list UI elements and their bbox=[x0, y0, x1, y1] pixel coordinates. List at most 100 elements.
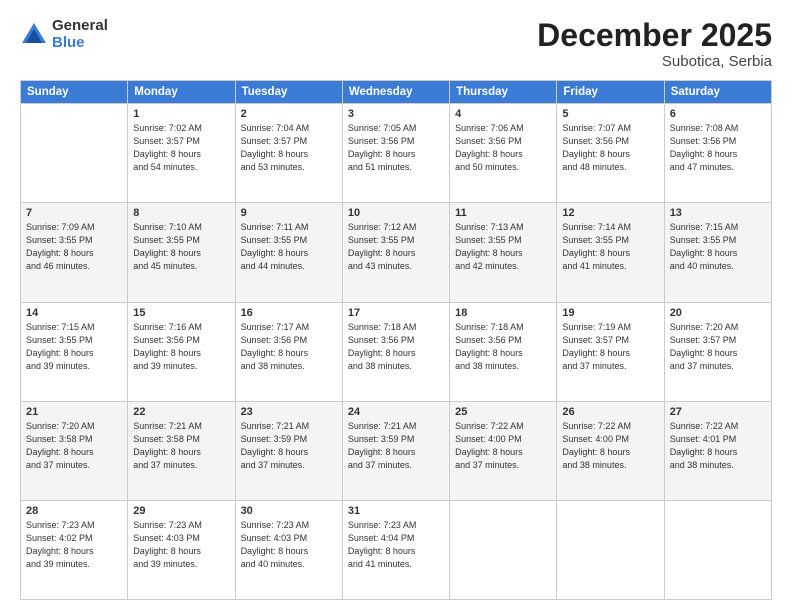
calendar-cell: 16 Sunrise: 7:17 AM Sunset: 3:56 PM Dayli… bbox=[235, 302, 342, 401]
day-number: 9 bbox=[241, 207, 337, 219]
day-number: 11 bbox=[455, 207, 551, 219]
day-number: 5 bbox=[562, 108, 658, 120]
day-number: 17 bbox=[348, 307, 444, 319]
calendar-cell: 27 Sunrise: 7:22 AM Sunset: 4:01 PM Dayli… bbox=[664, 401, 771, 500]
day-info: Sunrise: 7:15 AM Sunset: 3:55 PM Dayligh… bbox=[670, 221, 766, 273]
day-info: Sunrise: 7:04 AM Sunset: 3:57 PM Dayligh… bbox=[241, 122, 337, 174]
calendar-cell: 19 Sunrise: 7:19 AM Sunset: 3:57 PM Dayli… bbox=[557, 302, 664, 401]
calendar-cell: 1Sunrise: 7:02 AM Sunset: 3:57 PM Daylig… bbox=[128, 104, 235, 203]
calendar-cell: 7 Sunrise: 7:09 AM Sunset: 3:55 PM Daylig… bbox=[21, 203, 128, 302]
page: General Blue December 2025 Subotica, Ser… bbox=[0, 0, 792, 612]
day-info: Sunrise: 7:19 AM Sunset: 3:57 PM Dayligh… bbox=[562, 321, 658, 373]
day-number: 29 bbox=[133, 505, 229, 517]
day-number: 31 bbox=[348, 505, 444, 517]
day-number: 28 bbox=[26, 505, 122, 517]
day-info: Sunrise: 7:17 AM Sunset: 3:56 PM Dayligh… bbox=[241, 321, 337, 373]
logo-general: General bbox=[52, 18, 108, 35]
location-subtitle: Subotica, Serbia bbox=[537, 53, 772, 70]
day-number: 16 bbox=[241, 307, 337, 319]
calendar-cell bbox=[664, 500, 771, 599]
weekday-header-wednesday: Wednesday bbox=[342, 81, 449, 104]
day-info: Sunrise: 7:12 AM Sunset: 3:55 PM Dayligh… bbox=[348, 221, 444, 273]
calendar-cell: 23Sunrise: 7:21 AM Sunset: 3:59 PM Dayli… bbox=[235, 401, 342, 500]
calendar-table: SundayMondayTuesdayWednesdayThursdayFrid… bbox=[20, 80, 772, 600]
day-number: 21 bbox=[26, 406, 122, 418]
day-info: Sunrise: 7:18 AM Sunset: 3:56 PM Dayligh… bbox=[348, 321, 444, 373]
calendar-cell: 12 Sunrise: 7:14 AM Sunset: 3:55 PM Dayli… bbox=[557, 203, 664, 302]
day-info: Sunrise: 7:23 AM Sunset: 4:02 PM Dayligh… bbox=[26, 519, 122, 571]
day-info: Sunrise: 7:20 AM Sunset: 3:57 PM Dayligh… bbox=[670, 321, 766, 373]
day-info: Sunrise: 7:14 AM Sunset: 3:55 PM Dayligh… bbox=[562, 221, 658, 273]
calendar-cell: 24 Sunrise: 7:21 AM Sunset: 3:59 PM Dayli… bbox=[342, 401, 449, 500]
day-info: Sunrise: 7:07 AM Sunset: 3:56 PM Dayligh… bbox=[562, 122, 658, 174]
calendar-week-1: 1Sunrise: 7:02 AM Sunset: 3:57 PM Daylig… bbox=[21, 104, 772, 203]
calendar-cell: 14 Sunrise: 7:15 AM Sunset: 3:55 PM Dayli… bbox=[21, 302, 128, 401]
day-number: 27 bbox=[670, 406, 766, 418]
calendar-cell: 10Sunrise: 7:12 AM Sunset: 3:55 PM Dayli… bbox=[342, 203, 449, 302]
calendar-cell: 22 Sunrise: 7:21 AM Sunset: 3:58 PM Dayli… bbox=[128, 401, 235, 500]
day-number: 4 bbox=[455, 108, 551, 120]
weekday-header-saturday: Saturday bbox=[664, 81, 771, 104]
weekday-header-thursday: Thursday bbox=[450, 81, 557, 104]
day-info: Sunrise: 7:21 AM Sunset: 3:58 PM Dayligh… bbox=[133, 420, 229, 472]
day-number: 25 bbox=[455, 406, 551, 418]
day-info: Sunrise: 7:23 AM Sunset: 4:03 PM Dayligh… bbox=[133, 519, 229, 571]
logo-blue: Blue bbox=[52, 35, 108, 52]
day-info: Sunrise: 7:09 AM Sunset: 3:55 PM Dayligh… bbox=[26, 221, 122, 273]
calendar-week-2: 7 Sunrise: 7:09 AM Sunset: 3:55 PM Daylig… bbox=[21, 203, 772, 302]
calendar-cell: 17 Sunrise: 7:18 AM Sunset: 3:56 PM Dayli… bbox=[342, 302, 449, 401]
day-info: Sunrise: 7:21 AM Sunset: 3:59 PM Dayligh… bbox=[348, 420, 444, 472]
day-number: 26 bbox=[562, 406, 658, 418]
weekday-header-sunday: Sunday bbox=[21, 81, 128, 104]
calendar-week-4: 21Sunrise: 7:20 AM Sunset: 3:58 PM Dayli… bbox=[21, 401, 772, 500]
weekday-header-monday: Monday bbox=[128, 81, 235, 104]
calendar-cell: 29 Sunrise: 7:23 AM Sunset: 4:03 PM Dayli… bbox=[128, 500, 235, 599]
day-info: Sunrise: 7:08 AM Sunset: 3:56 PM Dayligh… bbox=[670, 122, 766, 174]
day-number: 3 bbox=[348, 108, 444, 120]
day-number: 12 bbox=[562, 207, 658, 219]
logo-text: General Blue bbox=[52, 18, 108, 51]
day-number: 8 bbox=[133, 207, 229, 219]
day-info: Sunrise: 7:02 AM Sunset: 3:57 PM Dayligh… bbox=[133, 122, 229, 174]
calendar-cell: 18Sunrise: 7:18 AM Sunset: 3:56 PM Dayli… bbox=[450, 302, 557, 401]
day-number: 14 bbox=[26, 307, 122, 319]
calendar-cell: 21Sunrise: 7:20 AM Sunset: 3:58 PM Dayli… bbox=[21, 401, 128, 500]
day-number: 22 bbox=[133, 406, 229, 418]
header: General Blue December 2025 Subotica, Ser… bbox=[20, 18, 772, 70]
calendar-cell: 8 Sunrise: 7:10 AM Sunset: 3:55 PM Daylig… bbox=[128, 203, 235, 302]
calendar-cell bbox=[450, 500, 557, 599]
day-info: Sunrise: 7:15 AM Sunset: 3:55 PM Dayligh… bbox=[26, 321, 122, 373]
calendar-cell bbox=[557, 500, 664, 599]
calendar-cell: 25Sunrise: 7:22 AM Sunset: 4:00 PM Dayli… bbox=[450, 401, 557, 500]
calendar-week-3: 14 Sunrise: 7:15 AM Sunset: 3:55 PM Dayli… bbox=[21, 302, 772, 401]
day-number: 19 bbox=[562, 307, 658, 319]
calendar-cell: 26 Sunrise: 7:22 AM Sunset: 4:00 PM Dayli… bbox=[557, 401, 664, 500]
day-info: Sunrise: 7:22 AM Sunset: 4:00 PM Dayligh… bbox=[562, 420, 658, 472]
calendar-week-5: 28 Sunrise: 7:23 AM Sunset: 4:02 PM Dayli… bbox=[21, 500, 772, 599]
logo-icon bbox=[20, 21, 48, 49]
calendar-cell: 9 Sunrise: 7:11 AM Sunset: 3:55 PM Daylig… bbox=[235, 203, 342, 302]
day-info: Sunrise: 7:05 AM Sunset: 3:56 PM Dayligh… bbox=[348, 122, 444, 174]
day-info: Sunrise: 7:22 AM Sunset: 4:01 PM Dayligh… bbox=[670, 420, 766, 472]
day-info: Sunrise: 7:10 AM Sunset: 3:55 PM Dayligh… bbox=[133, 221, 229, 273]
calendar-cell bbox=[21, 104, 128, 203]
calendar-cell: 13Sunrise: 7:15 AM Sunset: 3:55 PM Dayli… bbox=[664, 203, 771, 302]
title-block: December 2025 Subotica, Serbia bbox=[537, 18, 772, 70]
day-info: Sunrise: 7:11 AM Sunset: 3:55 PM Dayligh… bbox=[241, 221, 337, 273]
day-number: 18 bbox=[455, 307, 551, 319]
calendar-cell: 31Sunrise: 7:23 AM Sunset: 4:04 PM Dayli… bbox=[342, 500, 449, 599]
weekday-header-friday: Friday bbox=[557, 81, 664, 104]
day-info: Sunrise: 7:16 AM Sunset: 3:56 PM Dayligh… bbox=[133, 321, 229, 373]
day-info: Sunrise: 7:13 AM Sunset: 3:55 PM Dayligh… bbox=[455, 221, 551, 273]
calendar-cell: 11 Sunrise: 7:13 AM Sunset: 3:55 PM Dayli… bbox=[450, 203, 557, 302]
logo: General Blue bbox=[20, 18, 108, 51]
calendar-cell: 2Sunrise: 7:04 AM Sunset: 3:57 PM Daylig… bbox=[235, 104, 342, 203]
day-number: 24 bbox=[348, 406, 444, 418]
calendar-cell: 6Sunrise: 7:08 AM Sunset: 3:56 PM Daylig… bbox=[664, 104, 771, 203]
day-number: 7 bbox=[26, 207, 122, 219]
day-number: 30 bbox=[241, 505, 337, 517]
month-title: December 2025 bbox=[537, 18, 772, 53]
calendar-cell: 4Sunrise: 7:06 AM Sunset: 3:56 PM Daylig… bbox=[450, 104, 557, 203]
weekday-header-row: SundayMondayTuesdayWednesdayThursdayFrid… bbox=[21, 81, 772, 104]
day-number: 20 bbox=[670, 307, 766, 319]
